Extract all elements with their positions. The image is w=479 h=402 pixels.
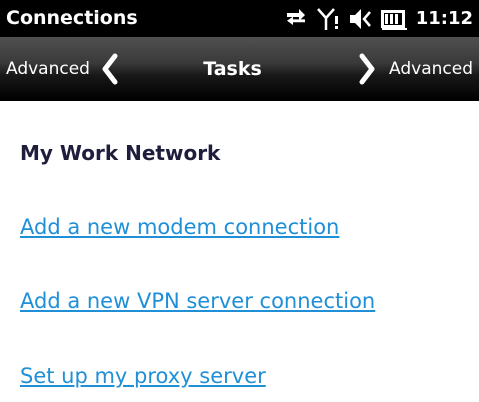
title-bar: Connections 11:12 [0, 0, 479, 37]
tab-prev-label: Advanced [6, 59, 90, 79]
data-sync-icon[interactable] [284, 7, 308, 31]
setup-proxy-server-link[interactable]: Set up my proxy server [20, 364, 266, 388]
tab-next-button[interactable]: Advanced [357, 37, 479, 101]
app-title[interactable]: Connections [6, 7, 138, 29]
signal-strength-icon[interactable] [316, 6, 340, 32]
chevron-left-icon [100, 53, 120, 85]
volume-muted-icon[interactable] [348, 6, 372, 32]
clock[interactable]: 11:12 [416, 8, 473, 29]
tab-next-label: Advanced [389, 59, 473, 79]
tab-navigation-bar: Tasks Advanced Advanced [0, 37, 479, 101]
add-vpn-connection-link[interactable]: Add a new VPN server connection [20, 289, 375, 313]
section-heading: My Work Network [20, 141, 221, 165]
add-modem-connection-link[interactable]: Add a new modem connection [20, 215, 339, 239]
tab-prev-button[interactable]: Advanced [0, 37, 120, 101]
tab-current-label: Tasks [203, 58, 262, 80]
battery-icon[interactable] [380, 7, 408, 31]
chevron-right-icon [357, 53, 377, 85]
status-icons: 11:12 [284, 3, 473, 34]
